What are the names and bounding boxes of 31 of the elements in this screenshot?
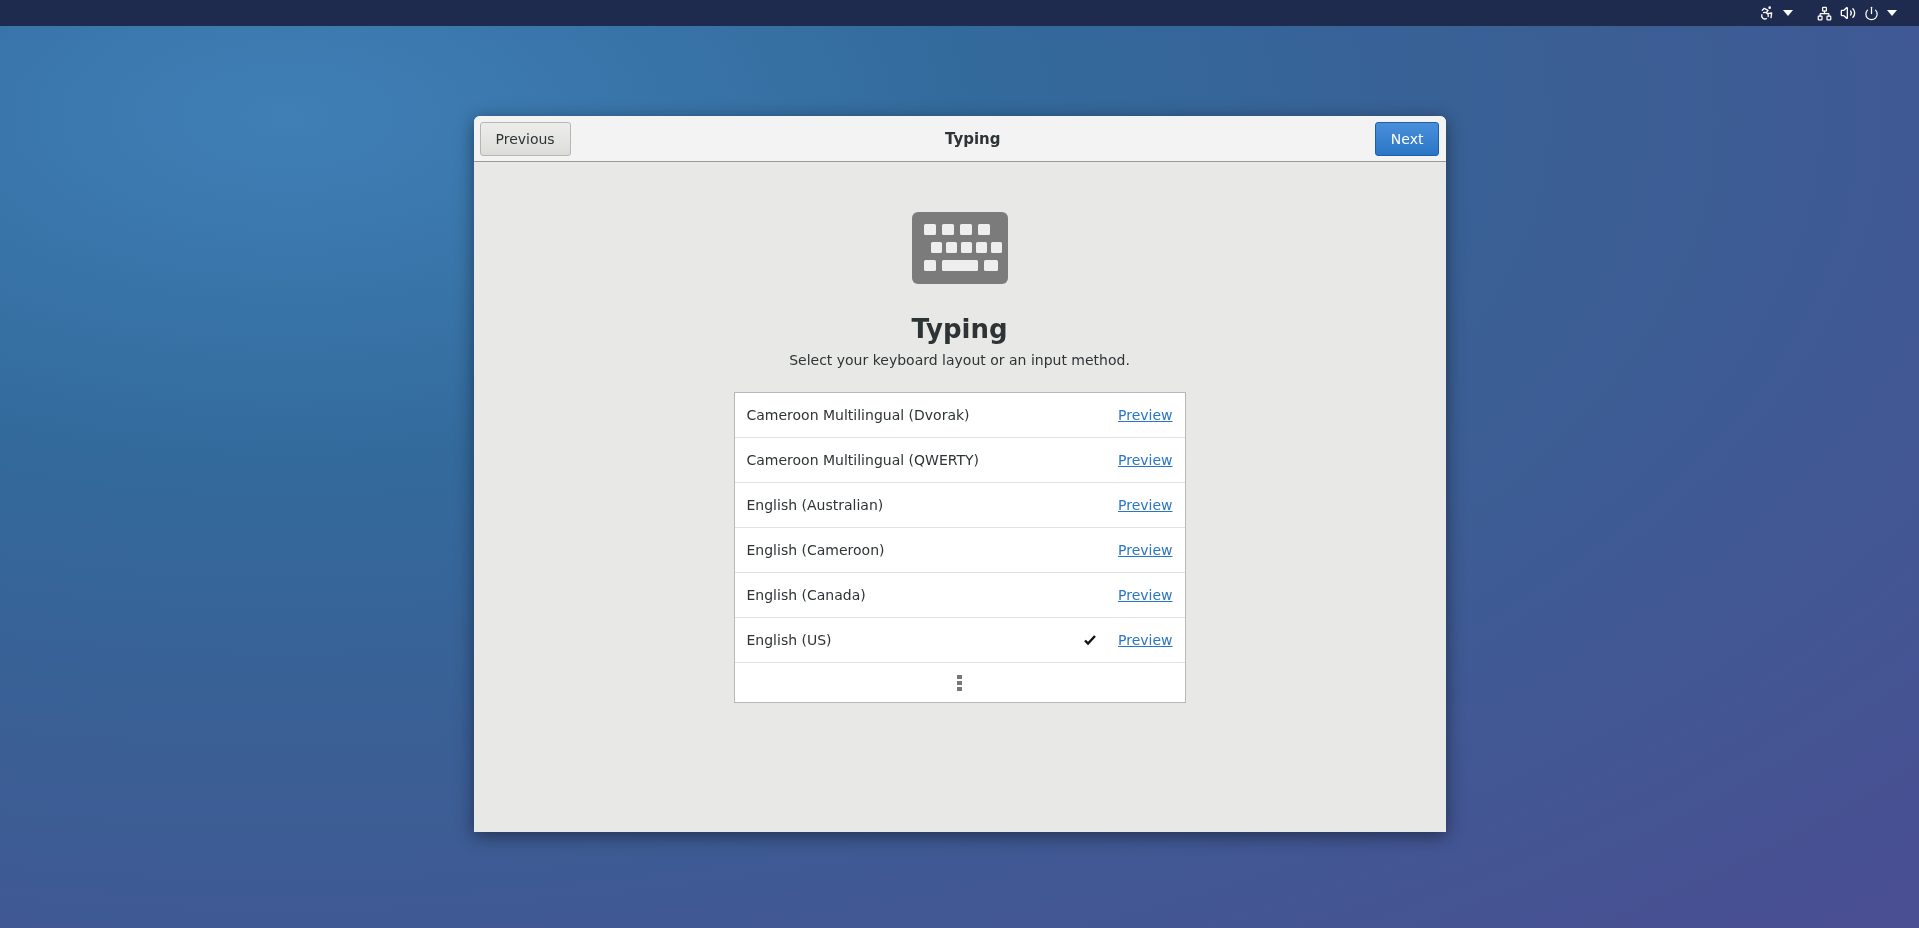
network-icon [1817,5,1832,21]
layout-row[interactable]: English (Australian) Preview [734,483,1185,528]
preview-link[interactable]: Preview [1118,632,1173,648]
previous-button[interactable]: Previous [479,121,571,156]
volume-icon [1840,5,1856,21]
layout-row[interactable]: English (Canada) Preview [734,573,1185,618]
window-title: Typing [945,129,1001,148]
more-icon [957,674,962,691]
layout-row[interactable]: Cameroon Multilingual (Dvorak) Preview [734,393,1185,438]
layout-name: English (Canada) [746,587,867,603]
caret-icon [1783,10,1793,16]
preview-link[interactable]: Preview [1118,497,1173,513]
preview-link[interactable]: Preview [1118,587,1173,603]
preview-link[interactable]: Preview [1118,452,1173,468]
layout-name: English (Cameroon) [746,542,886,558]
power-icon [1864,5,1879,21]
preview-link[interactable]: Preview [1118,407,1173,423]
page-heading: Typing [911,314,1008,344]
layout-row[interactable]: Cameroon Multilingual (QWERTY) Preview [734,438,1185,483]
layout-name: Cameroon Multilingual (Dvorak) [746,407,971,423]
layout-name: Cameroon Multilingual (QWERTY) [746,452,980,468]
layout-row[interactable]: English (Cameroon) Preview [734,528,1185,573]
page-subtitle: Select your keyboard layout or an input method. [789,352,1130,368]
accessibility-icon [1759,5,1775,21]
next-button[interactable]: Next [1374,121,1440,156]
layout-row[interactable]: English (US) Preview [734,618,1185,663]
layout-name: English (Australian) [746,497,885,513]
keyboard-icon [911,212,1008,284]
layout-name: English (US) [746,632,833,648]
preview-link[interactable]: Preview [1118,542,1173,558]
caret-icon [1887,10,1897,16]
